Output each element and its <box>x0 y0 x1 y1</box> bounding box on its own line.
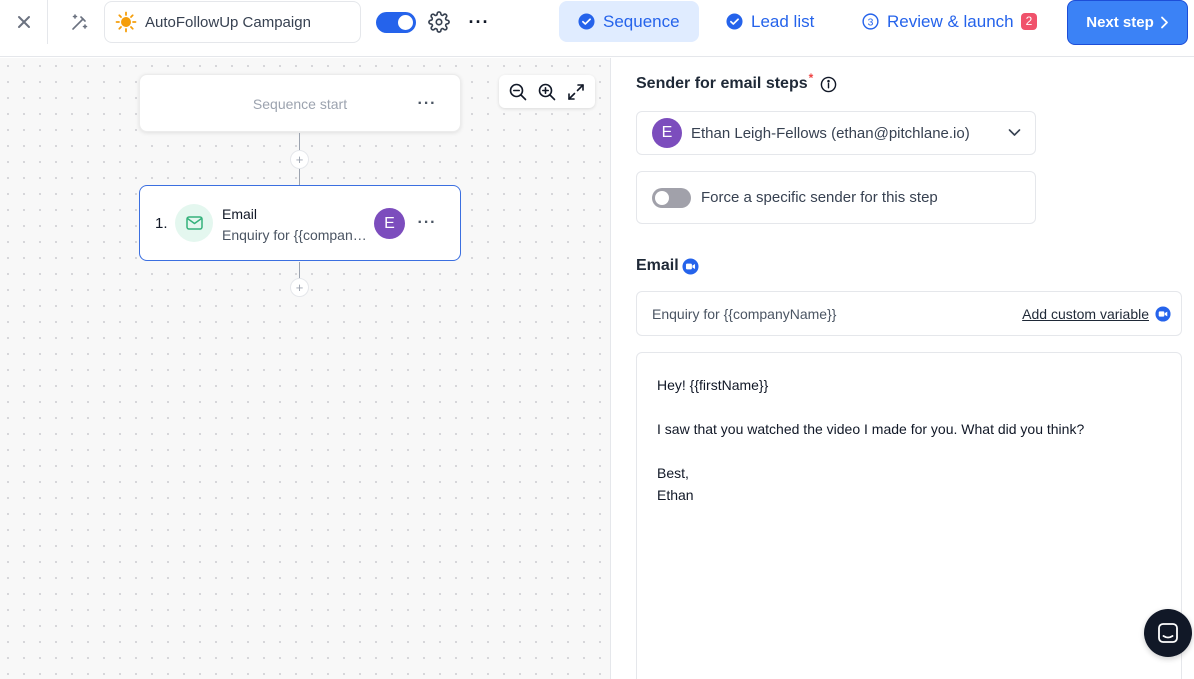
sender-select[interactable]: E Ethan Leigh-Fellows (ethan@pitchlane.i… <box>636 111 1036 155</box>
sequence-canvas[interactable]: Sequence start ··· + 1. Email Enquiry fo… <box>0 58 611 679</box>
email-heading: Email <box>636 257 699 275</box>
tab-sequence[interactable]: Sequence <box>559 1 699 42</box>
magic-wand-icon <box>72 14 88 30</box>
close-button[interactable] <box>0 0 48 44</box>
step-number: 3 <box>868 17 874 28</box>
more-options-button[interactable]: ··· <box>467 11 491 33</box>
expand-icon <box>568 83 585 100</box>
gear-icon <box>428 11 450 33</box>
zoom-controls <box>499 75 595 108</box>
sender-avatar: E <box>374 208 405 239</box>
sender-avatar: E <box>652 118 682 148</box>
plus-icon: + <box>295 152 304 167</box>
check-circle-icon <box>578 13 595 30</box>
toggle-knob <box>398 15 413 30</box>
more-icon: ··· <box>417 95 437 112</box>
body-line: Best, <box>657 465 689 481</box>
body-line <box>657 440 1161 462</box>
body-line: Ethan <box>657 487 694 503</box>
chat-icon <box>1158 623 1178 643</box>
chevron-down-icon <box>1008 129 1021 136</box>
step-subject: Enquiry for {{companyName}} <box>222 227 368 243</box>
sender-heading: Sender for email steps * <box>636 71 837 93</box>
add-step-button[interactable]: + <box>290 150 309 169</box>
step-title: Email <box>222 206 258 222</box>
step-menu-button[interactable]: ··· <box>415 213 439 233</box>
subject-field[interactable]: Enquiry for {{companyName}} Add custom v… <box>636 291 1182 336</box>
check-circle-icon <box>726 13 743 30</box>
chevron-right-icon <box>1160 16 1168 29</box>
next-step-button[interactable]: Next step <box>1067 0 1188 45</box>
zoom-in-button[interactable] <box>536 81 558 103</box>
video-camera-icon[interactable] <box>1155 306 1171 322</box>
email-body-editor[interactable]: Hey! {{firstName}} I saw that you watche… <box>636 352 1182 679</box>
zoom-in-icon <box>538 83 556 100</box>
sun-icon <box>115 11 137 33</box>
body-line: Hey! {{firstName}} <box>657 377 769 393</box>
chat-support-button[interactable] <box>1144 609 1192 657</box>
info-icon[interactable] <box>820 76 837 93</box>
fit-view-button[interactable] <box>565 81 587 103</box>
video-camera-icon[interactable] <box>682 257 699 275</box>
magic-wand-button[interactable] <box>66 10 94 34</box>
tab-sequence-label: Sequence <box>603 11 680 31</box>
campaign-name: AutoFollowUp Campaign <box>145 13 311 31</box>
add-step-button[interactable]: + <box>290 278 309 297</box>
sender-heading-text: Sender for email steps <box>636 75 808 92</box>
tab-lead-list-label: Lead list <box>751 11 815 31</box>
mail-icon <box>185 216 203 230</box>
close-icon <box>17 16 30 28</box>
tab-lead-list[interactable]: Lead list <box>721 1 841 42</box>
toggle-knob <box>655 190 669 205</box>
subject-value: Enquiry for {{companyName}} <box>652 306 837 322</box>
body-line: I saw that you watched the video I made … <box>657 421 1085 437</box>
sequence-start-node: Sequence start ··· <box>139 74 461 132</box>
add-custom-variable-link[interactable]: Add custom variable <box>1022 306 1149 322</box>
start-node-menu-button[interactable]: ··· <box>415 94 439 114</box>
email-heading-text: Email <box>636 257 679 274</box>
more-icon: ··· <box>417 214 437 231</box>
next-step-label: Next step <box>1086 14 1154 31</box>
email-step-node[interactable]: 1. Email Enquiry for {{companyName}} E ·… <box>139 185 461 261</box>
zoom-out-icon <box>509 83 526 100</box>
campaign-name-field[interactable]: AutoFollowUp Campaign <box>104 1 361 43</box>
top-bar: AutoFollowUp Campaign ··· Sequence Lead … <box>0 0 1194 57</box>
more-icon: ··· <box>468 11 490 32</box>
zoom-out-button[interactable] <box>507 81 529 103</box>
sequence-start-label: Sequence start <box>252 96 348 112</box>
tab-review-label: Review & launch <box>887 11 1014 31</box>
tab-review-launch[interactable]: 3 Review & launch 2 <box>857 1 1047 42</box>
force-sender-row: Force a specific sender for this step <box>636 171 1036 224</box>
settings-button[interactable] <box>428 11 450 33</box>
step-editor-panel: Sender for email steps * E Ethan Leigh-F… <box>612 58 1194 679</box>
campaign-active-toggle[interactable] <box>376 12 416 33</box>
body-line <box>657 396 1161 418</box>
force-sender-toggle[interactable] <box>652 187 691 208</box>
mail-icon-wrap <box>175 204 213 242</box>
sender-value: Ethan Leigh-Fellows (ethan@pitchlane.io) <box>691 124 970 142</box>
issues-badge: 2 <box>1020 13 1038 30</box>
step-number-icon: 3 <box>862 13 879 30</box>
step-number: 1. <box>155 215 168 232</box>
required-mark: * <box>808 71 814 85</box>
plus-icon: + <box>295 280 304 295</box>
force-sender-label: Force a specific sender for this step <box>701 189 938 206</box>
